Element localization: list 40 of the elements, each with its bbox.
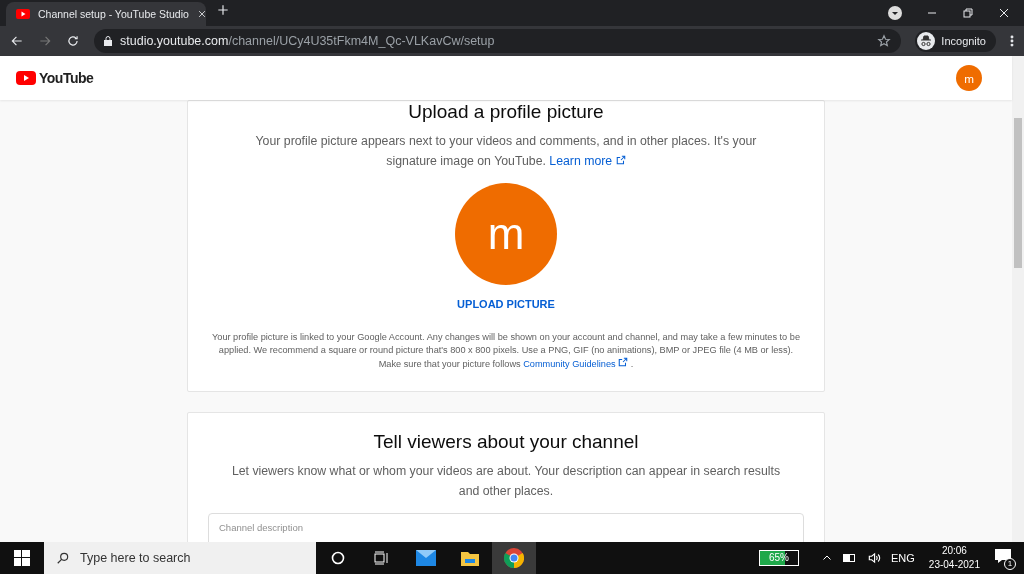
taskbar-search-field[interactable]: Type here to search: [44, 542, 316, 574]
close-icon[interactable]: [998, 6, 1010, 20]
star-icon[interactable]: [877, 34, 892, 48]
upload-picture-button[interactable]: UPLOAD PICTURE: [451, 297, 561, 311]
incognito-icon: [917, 32, 936, 50]
forward-icon[interactable]: [38, 34, 52, 48]
profile-avatar: m: [455, 183, 557, 285]
tab-title: Channel setup - YouTube Studio: [38, 8, 189, 20]
external-link-icon: [615, 155, 626, 165]
profile-button[interactable]: Incognito: [915, 30, 996, 52]
note-text: Your profile picture is linked to your Google Account. Any changes will be shown on your account and channel, and may take a few minutes to be applied. We recommend a square or round picture that's 800 x 800 pixels. Use a PNG, GIF (no animations), BMP or JPEG file (4 MB or less). Make sure that your picture follows Community Guidelines .: [211, 331, 801, 371]
lock-icon: [104, 36, 112, 46]
learn-more-link[interactable]: Learn more: [549, 154, 626, 168]
external-link-icon: [618, 357, 629, 367]
url-text: studio.youtube.com/channel/UCy4U35tFkm4M_Qc-VLKavCw/setup: [120, 34, 495, 48]
section-title: Upload a profile picture: [408, 101, 604, 123]
chrome-icon[interactable]: [492, 542, 536, 574]
plus-icon[interactable]: [216, 3, 230, 17]
description-text: Let viewers know what or whom your videos are about. Your description can appear in search results and other places.: [230, 463, 782, 500]
speaker-icon[interactable]: [867, 551, 881, 565]
close-icon[interactable]: [196, 9, 207, 19]
search-icon: [56, 551, 70, 565]
youtube-logo[interactable]: YouTube: [16, 70, 94, 86]
dropdown-icon[interactable]: [888, 6, 902, 20]
browser-tab[interactable]: Channel setup - YouTube Studio: [6, 2, 206, 26]
description-text: Your profile picture appears next to your videos and comments, and in other places. It's your signature image on YouTube. Learn more: [254, 133, 758, 170]
community-guidelines-link[interactable]: Community Guidelines: [523, 359, 629, 369]
section-title: Tell viewers about your channel: [373, 431, 639, 453]
more-icon[interactable]: [1010, 34, 1014, 48]
battery-icon[interactable]: [843, 553, 857, 563]
restore-icon[interactable]: [962, 6, 974, 20]
address-bar[interactable]: studio.youtube.com/channel/UCy4U35tFkm4M_Qc-VLKavCw/setup: [94, 29, 902, 53]
language-indicator[interactable]: ENG: [891, 552, 915, 564]
reload-icon[interactable]: [66, 34, 80, 48]
video-icon: [16, 9, 30, 19]
back-icon[interactable]: [10, 34, 24, 48]
scrollbar[interactable]: [1012, 56, 1024, 542]
windows-icon: [14, 550, 30, 566]
notification-count: 1: [1004, 558, 1016, 570]
clock[interactable]: 20:06 23-04-2021: [928, 544, 980, 572]
